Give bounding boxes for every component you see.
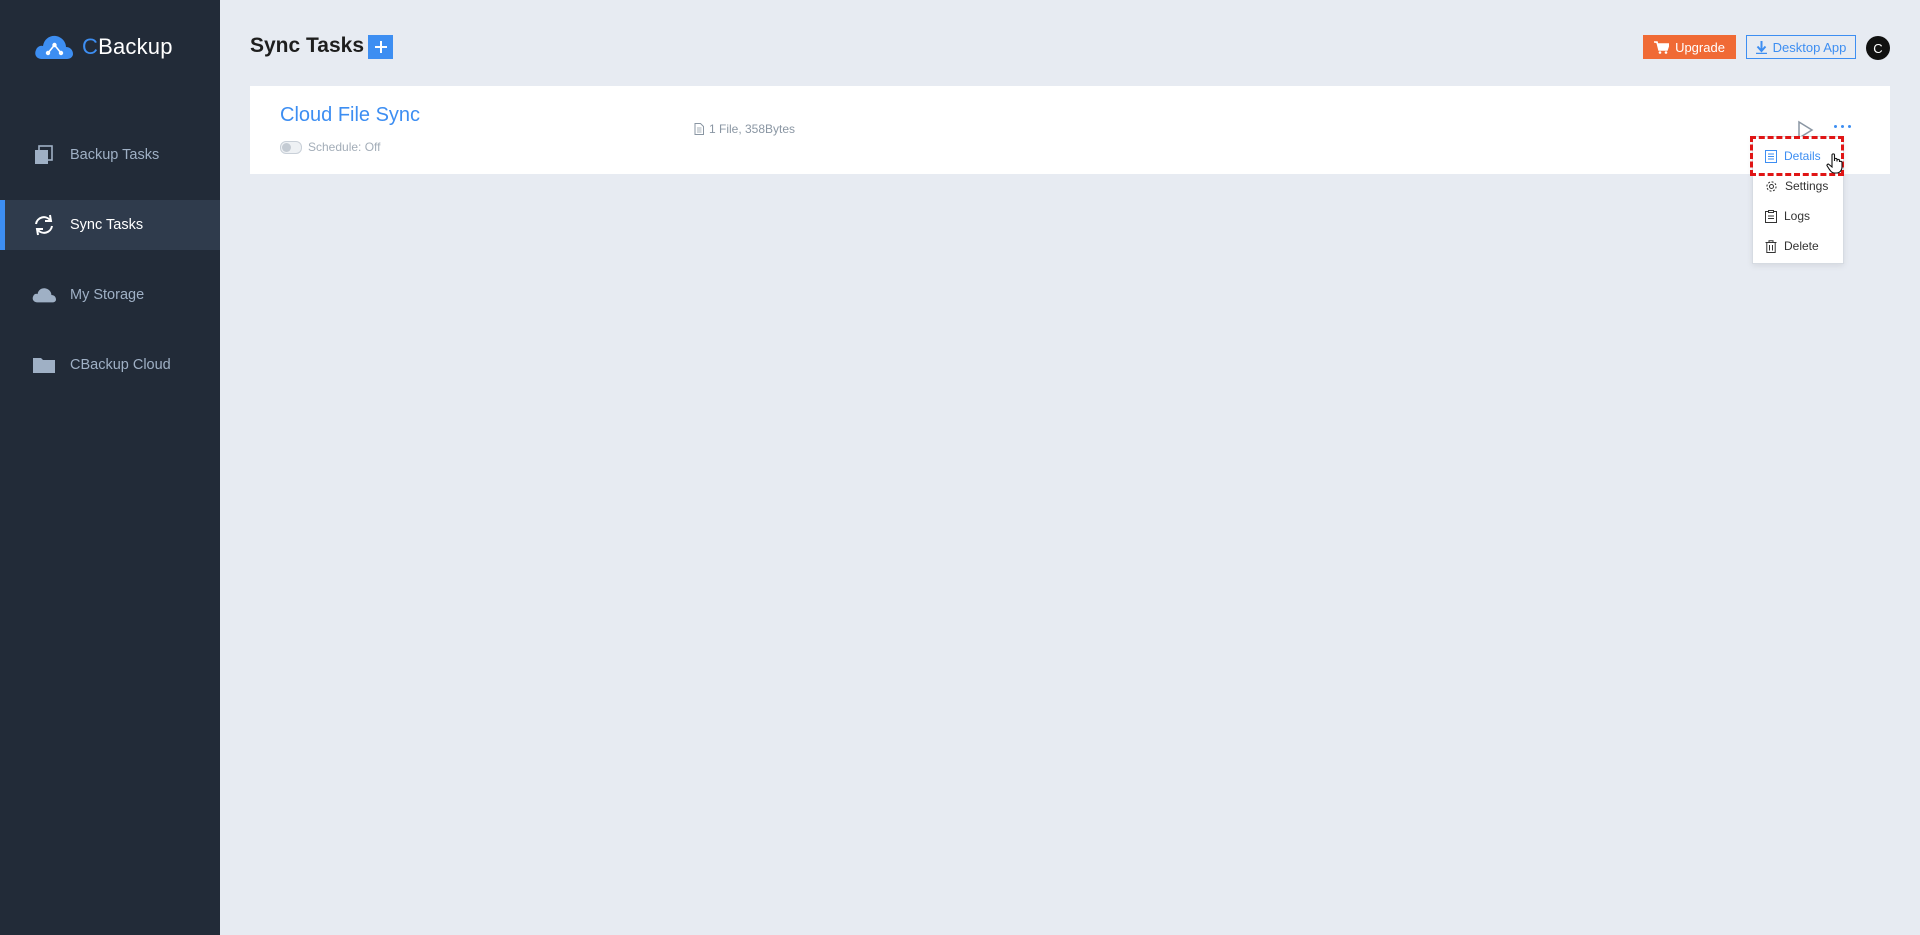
- menu-item-label: Settings: [1785, 179, 1829, 193]
- sidebar-item-label: My Storage: [70, 287, 145, 303]
- sidebar-item-label: Backup Tasks: [70, 147, 160, 163]
- trash-icon: [1765, 239, 1777, 253]
- upgrade-button[interactable]: Upgrade: [1643, 35, 1736, 59]
- schedule-toggle[interactable]: [280, 140, 302, 154]
- schedule-label: Schedule: Off: [308, 140, 381, 154]
- download-icon: [1755, 40, 1767, 54]
- schedule-status: Schedule: Off: [280, 140, 381, 154]
- desktop-app-label: Desktop App: [1772, 39, 1847, 55]
- menu-item-label: Details: [1784, 149, 1821, 163]
- task-card: Cloud File Sync Schedule: Off 1 File, 35…: [250, 86, 1890, 174]
- avatar[interactable]: C: [1866, 36, 1890, 60]
- folder-icon: [32, 353, 56, 377]
- task-name[interactable]: Cloud File Sync: [280, 104, 420, 127]
- plus-icon: [374, 41, 387, 53]
- cart-icon: [1654, 40, 1670, 54]
- menu-item-label: Logs: [1784, 209, 1811, 223]
- logo-text: CBackup: [82, 34, 173, 60]
- menu-item-delete[interactable]: Delete: [1753, 231, 1843, 261]
- hand-cursor-icon: [1826, 153, 1843, 174]
- sidebar-item-cbackup-cloud[interactable]: CBackup Cloud: [0, 340, 220, 390]
- menu-item-logs[interactable]: Logs: [1753, 201, 1843, 231]
- sidebar-item-my-storage[interactable]: My Storage: [0, 270, 220, 320]
- page-title: Sync Tasks: [250, 34, 365, 57]
- add-task-button[interactable]: [368, 35, 393, 59]
- upgrade-label: Upgrade: [1675, 39, 1725, 55]
- clipboard-icon: [1765, 209, 1777, 223]
- sidebar-item-backup-tasks[interactable]: Backup Tasks: [0, 130, 220, 180]
- sidebar-nav: Backup Tasks Sync Tasks My Storage CBack…: [0, 130, 220, 410]
- cloud-icon: [32, 283, 56, 307]
- sidebar-item-label: Sync Tasks: [70, 217, 144, 233]
- menu-item-settings[interactable]: Settings: [1753, 171, 1843, 201]
- logo-text-rest: Backup: [98, 34, 173, 59]
- sync-icon: [32, 213, 56, 237]
- desktop-app-button[interactable]: Desktop App: [1746, 35, 1856, 59]
- logo-text-c: C: [82, 34, 99, 59]
- cbackup-logo-icon: [35, 35, 73, 59]
- sidebar-item-sync-tasks[interactable]: Sync Tasks: [0, 200, 220, 250]
- file-icon: [694, 123, 704, 135]
- menu-item-label: Delete: [1784, 239, 1819, 253]
- gear-icon: [1766, 180, 1777, 192]
- logo[interactable]: CBackup: [34, 30, 173, 64]
- file-info: 1 File, 358Bytes: [694, 122, 795, 136]
- file-info-label: 1 File, 358Bytes: [709, 122, 796, 136]
- document-icon: [1765, 149, 1777, 163]
- sidebar: CBackup Backup Tasks Sync Tasks My Stora…: [0, 0, 220, 935]
- more-options-icon[interactable]: [1834, 120, 1856, 132]
- sidebar-item-label: CBackup Cloud: [70, 357, 171, 373]
- backup-tasks-icon: [32, 143, 56, 167]
